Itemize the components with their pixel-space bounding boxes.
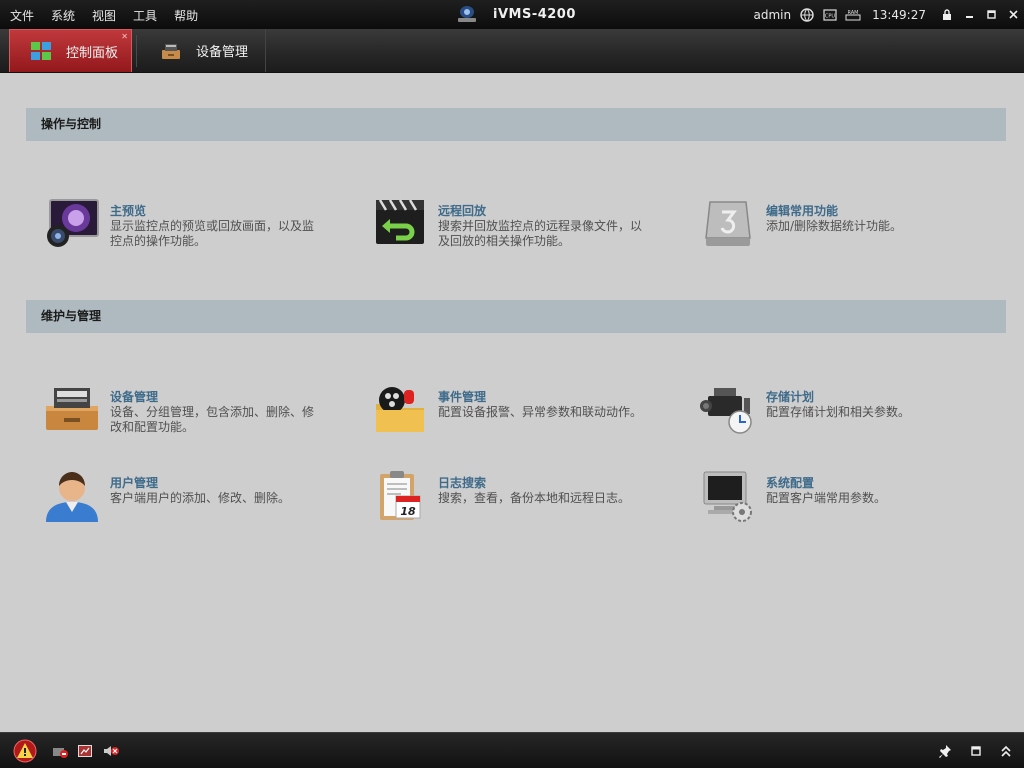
item-desc: 搜索，查看，备份本地和远程日志。: [438, 491, 631, 505]
system-config-icon: [703, 471, 752, 522]
item-desc: 配置存储计划和相关参数。: [766, 405, 911, 419]
minimize-icon[interactable]: [958, 0, 980, 29]
tab-close-icon[interactable]: ✕: [121, 32, 128, 41]
item-log-search[interactable]: 18 日志搜索 搜索，查看，备份本地和远程日志。: [372, 470, 672, 530]
event-management-icon: [376, 387, 424, 432]
remote-playback-icon: [376, 199, 424, 244]
clock: 13:49:27: [872, 7, 926, 22]
item-user-management[interactable]: 用户管理 客户端用户的添加、修改、删除。: [44, 470, 344, 530]
status-area: admin CPU RAM 13:49:27: [753, 0, 1024, 29]
pin-icon[interactable]: [938, 743, 952, 759]
cpu-icon: CPU: [822, 7, 838, 23]
item-title: 编辑常用功能: [766, 204, 839, 218]
item-desc: 添加/删除数据统计功能。: [766, 219, 903, 233]
storage-schedule-icon: [700, 388, 752, 434]
video-event-icon[interactable]: [75, 741, 95, 761]
tab-bar: 控制面板 ✕ 设备管理: [0, 29, 1024, 73]
menu-tools[interactable]: 工具: [133, 7, 157, 24]
app-title: iVMS-4200: [493, 6, 576, 22]
item-live-view[interactable]: 主预览 显示监控点的预览或回放画面，以及监控点的操作功能。: [44, 198, 344, 258]
menu-bar: 文件 系统 视图 工具 帮助: [10, 7, 215, 24]
item-title: 事件管理: [438, 390, 487, 404]
item-edit-shortcut[interactable]: 编辑常用功能 添加/删除数据统计功能。: [700, 198, 1000, 258]
title-bar: 文件 系统 视图 工具 帮助 iVMS-4200 admin CPU RAM 1…: [0, 0, 1024, 29]
tab-separator: [136, 35, 137, 67]
alarm-event-icon[interactable]: [50, 741, 70, 761]
menu-file[interactable]: 文件: [10, 7, 34, 24]
bottom-status-bar: [0, 732, 1024, 768]
ram-icon: RAM: [845, 7, 861, 23]
alarm-warning-icon[interactable]: [13, 739, 37, 763]
item-storage-schedule[interactable]: 存储计划 配置存储计划和相关参数。: [700, 384, 1000, 444]
maximize-icon[interactable]: [980, 0, 1002, 29]
restore-icon[interactable]: [969, 743, 983, 759]
item-remote-playback[interactable]: 远程回放 搜索并回放监控点的远程录像文件，以及回放的相关操作功能。: [372, 198, 672, 258]
item-title: 用户管理: [110, 476, 159, 490]
item-title: 主预览: [110, 204, 147, 218]
item-desc: 搜索并回放监控点的远程录像文件，以及回放的相关操作功能。: [438, 219, 643, 248]
expand-up-icon[interactable]: [999, 743, 1013, 759]
live-view-icon: [47, 199, 99, 247]
item-title: 远程回放: [438, 204, 487, 218]
cpu-icon-label: CPU: [825, 13, 836, 19]
lock-icon[interactable]: [936, 0, 958, 29]
section-header-operations: 操作与控制: [26, 108, 1006, 141]
app-window: 文件 系统 视图 工具 帮助 iVMS-4200 admin CPU RAM 1…: [0, 0, 1024, 768]
item-title: 日志搜索: [438, 476, 487, 490]
tab-control-panel[interactable]: 控制面板 ✕: [9, 29, 132, 72]
section-header-maintenance: 维护与管理: [26, 300, 1006, 333]
control-panel-icon: [31, 42, 51, 60]
device-management-icon: [46, 388, 98, 430]
device-management-icon: [162, 43, 180, 59]
tab-device-management[interactable]: 设备管理: [140, 29, 266, 72]
item-title: 存储计划: [766, 390, 815, 404]
item-event-management[interactable]: 事件管理 配置设备报警、异常参数和联动动作。: [372, 384, 672, 444]
item-desc: 配置客户端常用参数。: [766, 491, 887, 505]
network-icon: [799, 7, 815, 23]
log-search-icon: 18: [380, 471, 421, 520]
menu-help[interactable]: 帮助: [174, 7, 198, 24]
item-title: 系统配置: [766, 476, 815, 490]
edit-shortcut-icon: [705, 201, 751, 246]
item-desc: 客户端用户的添加、修改、删除。: [110, 491, 291, 505]
item-title: 设备管理: [110, 390, 159, 404]
menu-system[interactable]: 系统: [51, 7, 75, 24]
item-device-management[interactable]: 设备管理 设备、分组管理，包含添加、删除、修改和配置功能。: [44, 384, 344, 444]
app-logo-icon: [458, 6, 476, 22]
item-desc: 显示监控点的预览或回放画面，以及监控点的操作功能。: [110, 219, 315, 248]
mute-speaker-icon[interactable]: [101, 741, 121, 761]
item-desc: 配置设备报警、异常参数和联动动作。: [438, 405, 643, 419]
item-system-config[interactable]: 系统配置 配置客户端常用参数。: [700, 470, 1000, 530]
user-management-icon: [46, 472, 98, 522]
app-title-area: iVMS-4200: [455, 4, 576, 24]
menu-view[interactable]: 视图: [92, 7, 116, 24]
tab-label: 控制面板: [66, 45, 119, 61]
current-user: admin: [753, 7, 792, 22]
main-content: 操作与控制 主预览 显示监控点的预览或回放画面，以及监控点的操作功能。 远程回放…: [0, 73, 1024, 732]
item-desc: 设备、分组管理，包含添加、删除、修改和配置功能。: [110, 405, 315, 434]
tab-label: 设备管理: [196, 45, 249, 60]
calendar-day-number: 18: [400, 505, 416, 518]
close-icon[interactable]: [1002, 0, 1024, 29]
